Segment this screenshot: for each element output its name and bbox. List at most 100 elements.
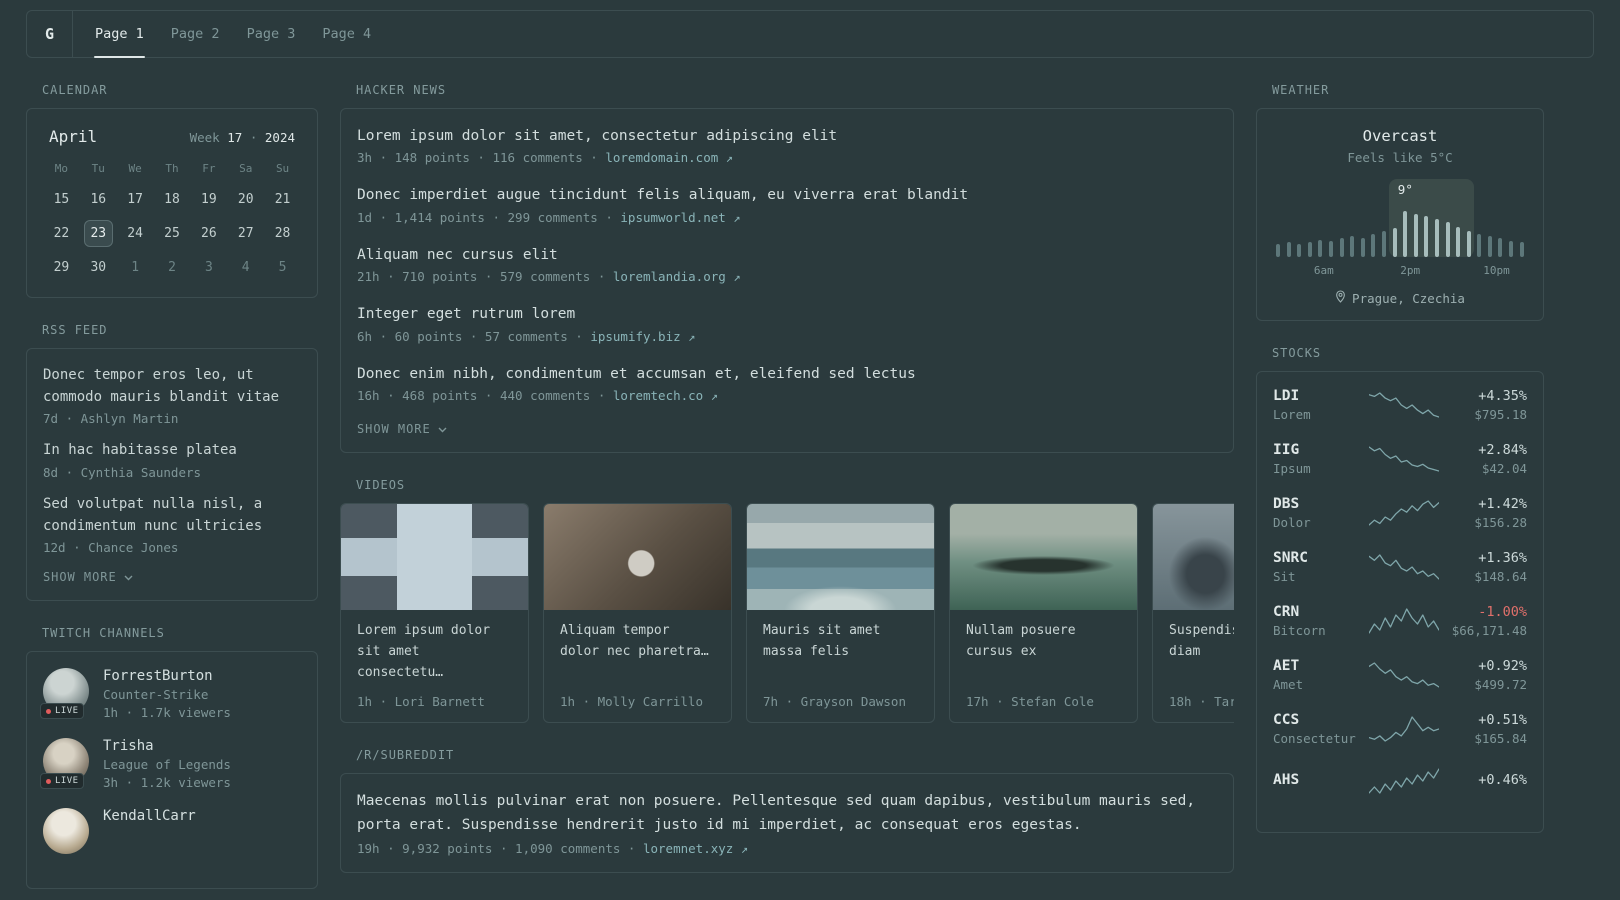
video-title[interactable]: Suspendisse diam bbox=[1169, 621, 1234, 663]
video-card[interactable]: Nullam posuere cursus ex 17h · Stefan Co… bbox=[949, 503, 1138, 723]
calendar-day-next-month[interactable]: 4 bbox=[227, 254, 264, 281]
hn-item-title[interactable]: Lorem ipsum dolor sit amet, consectetur … bbox=[357, 125, 1217, 147]
video-card[interactable]: Aliquam tempor dolor nec pharetra… 1h · … bbox=[543, 503, 732, 723]
rss-item-title[interactable]: In hac habitasse platea bbox=[43, 440, 301, 462]
calendar-day-next-month[interactable]: 1 bbox=[117, 254, 154, 281]
stock-change: +0.92% bbox=[1478, 658, 1527, 674]
calendar-day[interactable]: 29 bbox=[43, 254, 80, 281]
twitch-card: LIVE ForrestBurton Counter-Strike 1h · 1… bbox=[26, 651, 318, 890]
twitch-channel-name[interactable]: Trisha bbox=[103, 738, 231, 754]
calendar-dow: We bbox=[128, 162, 142, 175]
video-card[interactable]: Suspendisse diam 18h · Tara bbox=[1152, 503, 1234, 723]
hn-item-title[interactable]: Donec imperdiet augue tincidunt felis al… bbox=[357, 184, 1217, 206]
weather-bar bbox=[1360, 238, 1365, 257]
video-thumbnail[interactable] bbox=[341, 504, 528, 611]
stock-ticker[interactable]: SNRC bbox=[1273, 550, 1365, 566]
calendar-day[interactable]: 19 bbox=[190, 186, 227, 213]
video-thumbnail[interactable] bbox=[544, 504, 731, 611]
stock-row: AET Amet +0.92% $499.72 bbox=[1273, 658, 1527, 692]
calendar-day[interactable]: 25 bbox=[154, 220, 191, 247]
subreddit-post-title[interactable]: Maecenas mollis pulvinar erat non posuer… bbox=[357, 790, 1217, 838]
stock-left: CCS Consectetur bbox=[1273, 712, 1365, 746]
video-thumbnail[interactable] bbox=[747, 504, 934, 611]
rss-item-title[interactable]: Donec tempor eros leo, ut commodo mauris… bbox=[43, 365, 301, 408]
hn-item-domain[interactable]: loremlandia.org bbox=[613, 269, 726, 284]
twitch-channel-game[interactable]: League of Legends bbox=[103, 757, 231, 772]
video-thumbnail[interactable] bbox=[1153, 504, 1234, 611]
top-bar: G Page 1 Page 2 Page 3 Page 4 bbox=[26, 10, 1594, 58]
rss-item-meta: 8d · Cynthia Saunders bbox=[43, 465, 202, 481]
subreddit-post-domain[interactable]: loremnet.xyz bbox=[643, 841, 733, 856]
hn-item-title[interactable]: Integer eget rutrum lorem bbox=[357, 303, 1217, 325]
stock-ticker[interactable]: LDI bbox=[1273, 388, 1365, 404]
calendar-day[interactable]: 20 bbox=[227, 186, 264, 213]
weather-bar bbox=[1509, 241, 1514, 257]
twitch-avatar-wrap: LIVE bbox=[40, 668, 89, 720]
hn-item-domain[interactable]: loremtech.co bbox=[613, 388, 703, 403]
twitch-channel-game[interactable]: Counter-Strike bbox=[103, 687, 231, 702]
video-title[interactable]: Aliquam tempor dolor nec pharetra… bbox=[560, 621, 715, 663]
hn-show-more-button[interactable]: SHOW MORE bbox=[357, 422, 1217, 436]
calendar-day[interactable]: 21 bbox=[264, 186, 301, 213]
hacker-news-card: Lorem ipsum dolor sit amet, consectetur … bbox=[340, 108, 1234, 454]
stock-ticker[interactable]: DBS bbox=[1273, 496, 1365, 512]
tab-page-3[interactable]: Page 3 bbox=[246, 11, 297, 57]
calendar-day[interactable]: 28 bbox=[264, 220, 301, 247]
hn-item-domain[interactable]: ipsumify.biz bbox=[590, 329, 680, 344]
calendar-dow: Tu bbox=[91, 162, 105, 175]
tab-page-1[interactable]: Page 1 bbox=[94, 11, 145, 58]
stock-ticker[interactable]: CRN bbox=[1273, 604, 1365, 620]
stock-ticker[interactable]: AHS bbox=[1273, 772, 1365, 788]
calendar-day-next-month[interactable]: 3 bbox=[190, 254, 227, 281]
rss-item-title[interactable]: Sed volutpat nulla nisl, a condimentum n… bbox=[43, 494, 301, 537]
calendar-day[interactable]: 16 bbox=[80, 186, 117, 213]
twitch-channel-info: KendallCarr bbox=[103, 808, 196, 854]
hn-item-domain[interactable]: ipsumworld.net bbox=[620, 210, 725, 225]
stock-ticker[interactable]: CCS bbox=[1273, 712, 1365, 728]
twitch-channel-name[interactable]: ForrestBurton bbox=[103, 668, 231, 684]
tab-page-2[interactable]: Page 2 bbox=[170, 11, 221, 57]
tab-page-4[interactable]: Page 4 bbox=[321, 11, 372, 57]
calendar-day[interactable]: 24 bbox=[117, 220, 154, 247]
calendar-day[interactable]: 18 bbox=[154, 186, 191, 213]
calendar-day[interactable]: 17 bbox=[117, 186, 154, 213]
hn-item-title[interactable]: Donec enim nibh, condimentum et accumsan… bbox=[357, 363, 1217, 385]
week-label: Week bbox=[189, 130, 220, 145]
calendar-day-next-month[interactable]: 2 bbox=[154, 254, 191, 281]
calendar-day-selected[interactable]: 23 bbox=[83, 220, 113, 247]
stock-row: DBS Dolor +1.42% $156.28 bbox=[1273, 496, 1527, 530]
calendar-day[interactable]: 27 bbox=[227, 220, 264, 247]
video-card[interactable]: Mauris sit amet massa felis 7h · Grayson… bbox=[746, 503, 935, 723]
stock-price: $42.04 bbox=[1481, 461, 1527, 476]
video-meta: 18h · Tara bbox=[1169, 693, 1234, 709]
weather-bar bbox=[1466, 231, 1471, 257]
calendar-day[interactable]: 15 bbox=[43, 186, 80, 213]
stock-ticker[interactable]: IIG bbox=[1273, 442, 1365, 458]
video-thumbnail[interactable] bbox=[950, 504, 1137, 611]
weather-location[interactable]: Prague, Czechia bbox=[1273, 290, 1527, 306]
calendar-day-next-month[interactable]: 5 bbox=[264, 254, 301, 281]
stock-right: +0.46% bbox=[1443, 772, 1527, 791]
live-label: LIVE bbox=[55, 776, 79, 787]
app-logo[interactable]: G bbox=[27, 11, 73, 57]
video-title[interactable]: Nullam posuere cursus ex bbox=[966, 621, 1121, 663]
hn-item-title[interactable]: Aliquam nec cursus elit bbox=[357, 244, 1217, 266]
rss-show-more-button[interactable]: SHOW MORE bbox=[43, 570, 301, 584]
calendar-day[interactable]: 30 bbox=[80, 254, 117, 281]
video-title[interactable]: Lorem ipsum dolor sit amet consectetu… bbox=[357, 621, 512, 683]
stock-ticker[interactable]: AET bbox=[1273, 658, 1365, 674]
weather-feels-like: Feels like 5°C bbox=[1347, 150, 1453, 165]
calendar-dow: Fr bbox=[202, 162, 216, 175]
twitch-channel[interactable]: KendallCarr bbox=[43, 808, 301, 855]
twitch-channel-name[interactable]: KendallCarr bbox=[103, 808, 196, 824]
video-card[interactable]: Lorem ipsum dolor sit amet consectetu… 1… bbox=[340, 503, 529, 723]
calendar-dow: Th bbox=[165, 162, 179, 175]
twitch-channel[interactable]: LIVE ForrestBurton Counter-Strike 1h · 1… bbox=[40, 668, 301, 720]
stock-change: +1.36% bbox=[1478, 550, 1527, 566]
hn-item-domain[interactable]: loremdomain.com bbox=[605, 150, 718, 165]
calendar-day[interactable]: 22 bbox=[43, 220, 80, 247]
weather-current-temp: 9° bbox=[1397, 182, 1413, 197]
video-title[interactable]: Mauris sit amet massa felis bbox=[763, 621, 918, 663]
calendar-day[interactable]: 26 bbox=[190, 220, 227, 247]
twitch-channel[interactable]: LIVE Trisha League of Legends 3h · 1.2k … bbox=[40, 738, 301, 790]
